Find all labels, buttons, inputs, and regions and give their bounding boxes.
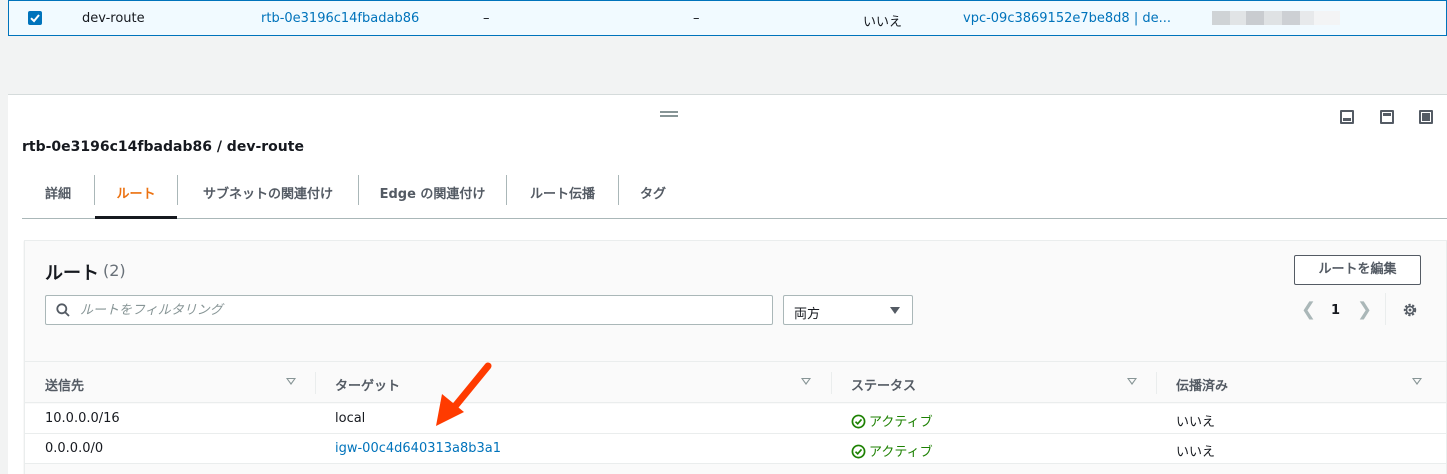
col-target[interactable]: ターゲット	[335, 375, 400, 394]
checkbox-checked-icon[interactable]	[28, 11, 42, 25]
chevron-left-icon[interactable]: ❮	[1301, 299, 1316, 320]
routes-table-header: 送信先 ターゲット ステータス 伝播済み	[25, 361, 1446, 403]
col-status[interactable]: ステータス	[851, 375, 916, 394]
vpc-link[interactable]: vpc-09c3869152e7be8d8 | de...	[963, 11, 1171, 26]
col-propagated[interactable]: 伝播済み	[1176, 375, 1228, 394]
search-icon	[56, 303, 70, 317]
tab-routes[interactable]: ルート	[95, 175, 177, 219]
selected-route-table-row[interactable]: dev-route rtb-0e3196c14fbadab86 – – いいえ …	[8, 0, 1447, 36]
status-success-icon	[851, 414, 866, 429]
tab-tags[interactable]: タグ	[619, 175, 687, 219]
panel-title: rtb-0e3196c14fbadab86 / dev-route	[22, 139, 304, 155]
col-destination[interactable]: 送信先	[45, 375, 84, 394]
sort-caret-icon[interactable]	[801, 378, 811, 385]
chevron-right-icon[interactable]: ❯	[1357, 299, 1372, 320]
route-filter-search[interactable]	[45, 295, 773, 325]
gear-icon[interactable]	[1402, 302, 1418, 318]
annotation-arrow-icon	[436, 362, 492, 426]
redacted-owner-id	[1212, 11, 1340, 25]
search-input[interactable]	[80, 300, 760, 320]
routes-count: (2)	[103, 261, 126, 280]
route-status: アクティブ	[869, 415, 933, 430]
explicit-subnet-value: –	[483, 11, 490, 26]
route-table-name: dev-route	[82, 11, 145, 26]
route-destination: 10.0.0.0/16	[45, 411, 120, 426]
route-table-id-link[interactable]: rtb-0e3196c14fbadab86	[261, 11, 419, 26]
status-success-icon	[851, 444, 866, 459]
sort-caret-icon[interactable]	[286, 378, 296, 385]
panel-full-icon[interactable]	[1419, 110, 1433, 124]
table-row[interactable]: 0.0.0.0/0 igw-00c4d640313a8b3a1 アクティブ いい…	[25, 434, 1446, 464]
routes-title: ルート	[45, 263, 99, 284]
drag-handle-icon[interactable]	[660, 111, 678, 117]
sort-caret-icon[interactable]	[1412, 378, 1422, 385]
tab-list: 詳細 ルート サブネットの関連付け Edge の関連付け ルート伝播 タグ	[22, 175, 1447, 219]
main-value: いいえ	[863, 15, 903, 30]
route-propagated: いいえ	[1176, 415, 1216, 430]
route-destination: 0.0.0.0/0	[45, 441, 104, 456]
direction-select[interactable]: 両方	[783, 295, 913, 325]
tab-details[interactable]: 詳細	[22, 175, 94, 219]
sort-caret-icon[interactable]	[1127, 378, 1137, 385]
panel-bottom-icon[interactable]	[1340, 110, 1354, 124]
route-propagated: いいえ	[1176, 445, 1216, 460]
route-target-link[interactable]: igw-00c4d640313a8b3a1	[335, 441, 501, 456]
route-target: local	[335, 411, 366, 426]
tab-subnet-associations[interactable]: サブネットの関連付け	[178, 175, 358, 219]
tab-route-propagation[interactable]: ルート伝播	[507, 175, 618, 219]
page-number[interactable]: 1	[1331, 303, 1340, 318]
route-status: アクティブ	[869, 445, 933, 460]
tab-edge-associations[interactable]: Edge の関連付け	[359, 175, 506, 219]
panel-side-icon[interactable]	[1380, 110, 1394, 124]
routes-container: ルート (2) ルートを編集 両方 ❮ 1 ❯ 送信先 ターゲット ステータス …	[24, 240, 1447, 474]
caret-down-icon	[890, 307, 900, 314]
table-row[interactable]: 10.0.0.0/16 local アクティブ いいえ	[25, 404, 1446, 434]
direction-select-value: 両方	[794, 307, 821, 322]
edge-association-value: –	[693, 11, 700, 26]
edit-routes-button[interactable]: ルートを編集	[1294, 255, 1421, 285]
